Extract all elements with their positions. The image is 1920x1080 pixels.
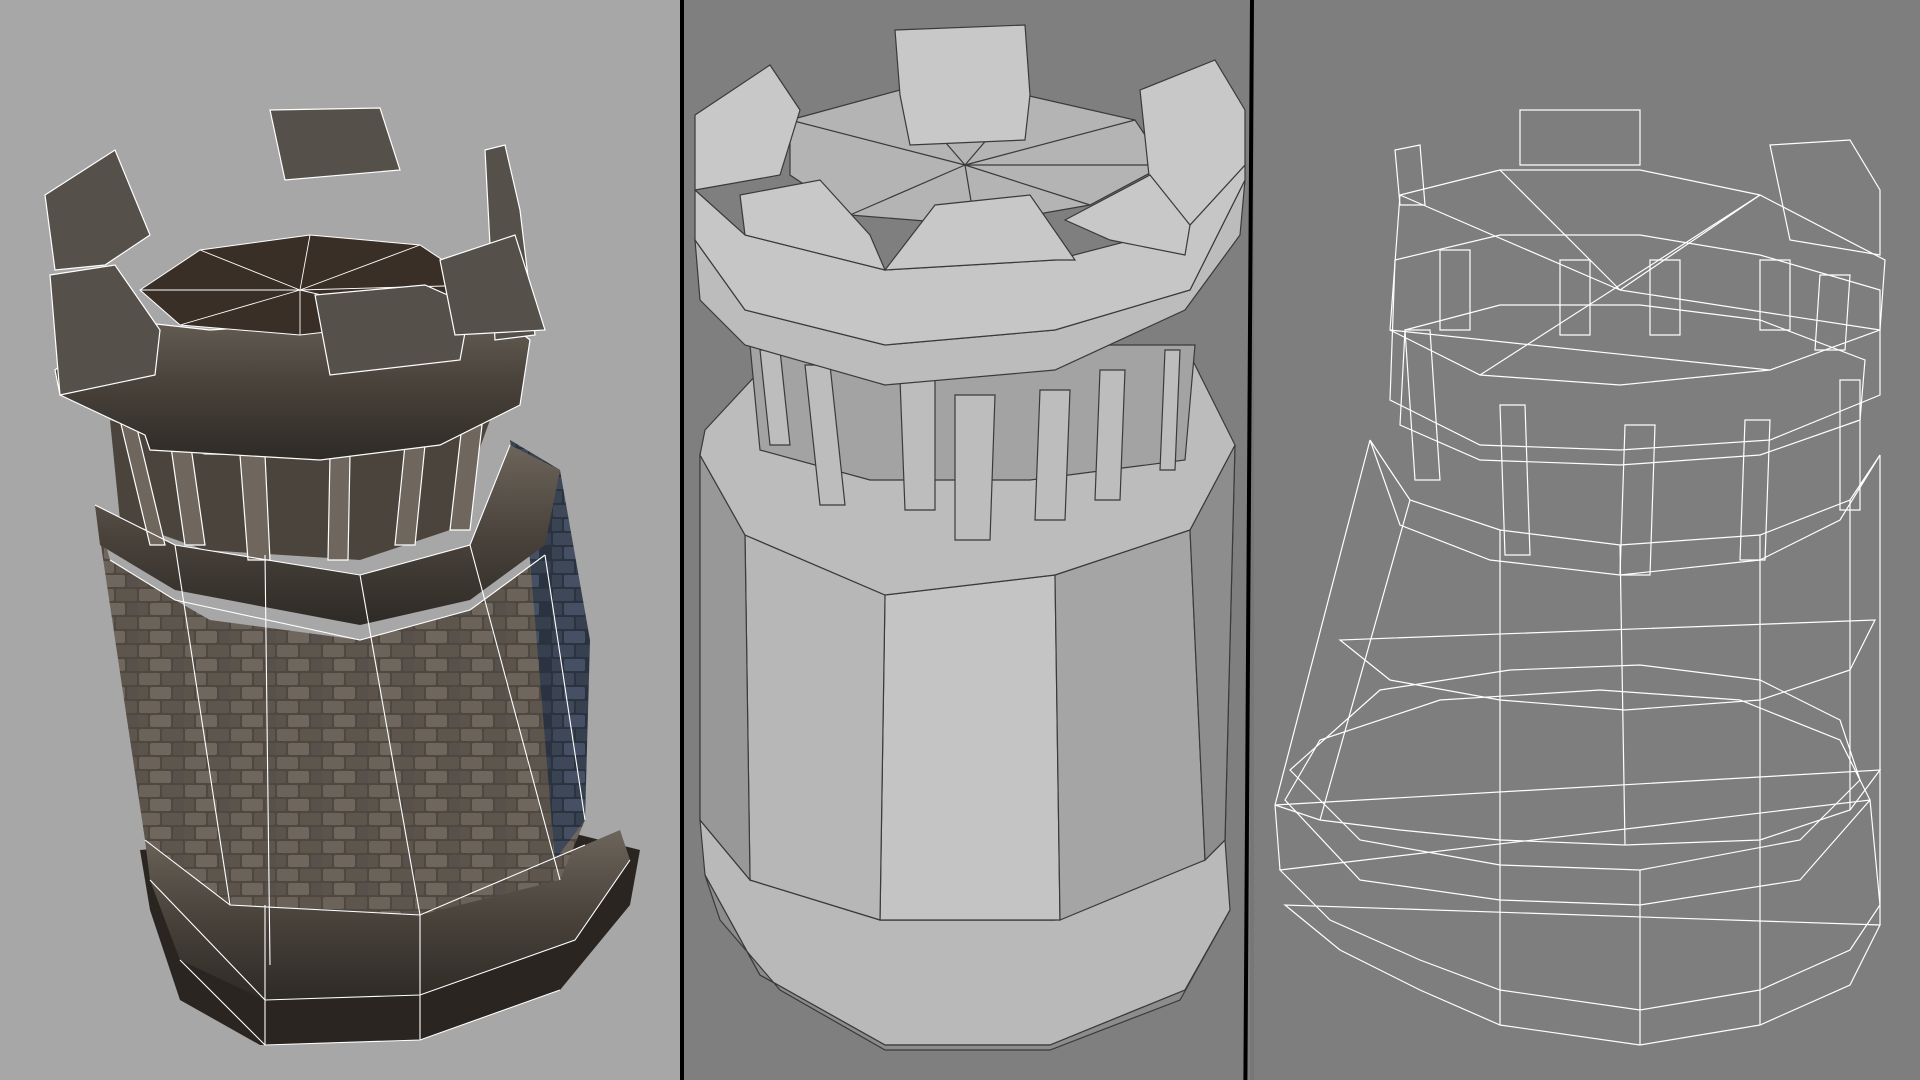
textured-view-panel [0,0,680,1080]
tower-model-textured-icon [44,107,640,1046]
tower-model-shaded-icon [694,24,1246,1051]
viewport-comparison [0,0,1920,1080]
tower-model-wireframe-icon [1274,109,1886,1046]
wireframe-view-panel [1254,0,1920,1080]
shaded-view-panel [684,0,1250,1080]
